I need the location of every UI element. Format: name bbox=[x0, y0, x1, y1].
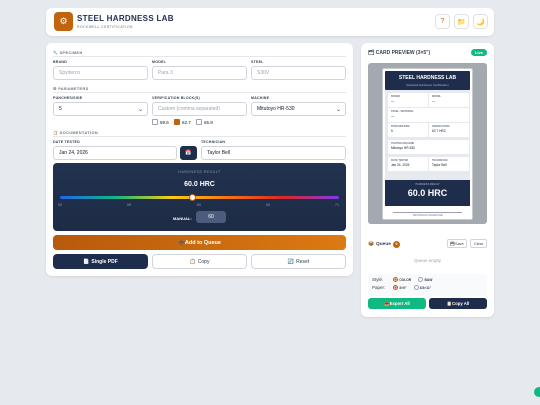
card-field-steel: STEEL / MATERIAL — bbox=[388, 108, 469, 122]
card-result: HARDNESS RESULT 60.0 HRC bbox=[385, 180, 470, 206]
paper-option-row: Paper: 3×5" 8.5×11" bbox=[372, 285, 432, 291]
hardness-gauge: HARDNESS RESULT 60.0 HRC 50 55 60 65 71 … bbox=[53, 163, 346, 231]
brand-label: BRAND bbox=[53, 60, 67, 64]
divider bbox=[53, 56, 346, 57]
documentation-section-title: 📋 DOCUMENTATION bbox=[53, 131, 98, 135]
model-label: MODEL bbox=[152, 60, 166, 64]
block-checkbox-1[interactable]: 59.6 bbox=[152, 119, 169, 125]
block-checkbox-3[interactable]: 65.9 bbox=[196, 119, 213, 125]
clipboard-icon: 📋 bbox=[189, 258, 196, 265]
divider bbox=[53, 92, 346, 93]
steel-label: STEEL bbox=[251, 60, 264, 64]
parameters-section-title: ⚙ PARAMETERS bbox=[53, 87, 89, 91]
queue-empty-text: Queue empty bbox=[413, 258, 441, 263]
live-badge: Live bbox=[470, 49, 487, 56]
technician-input[interactable]: Taylor Bell bbox=[201, 146, 346, 160]
block-checkbox-2[interactable]: 62.7 bbox=[174, 119, 191, 125]
folder-icon: 📁 bbox=[457, 18, 466, 26]
style-bw-radio[interactable] bbox=[418, 277, 424, 283]
technician-label: TECHNICIAN bbox=[201, 140, 226, 144]
checkbox[interactable] bbox=[196, 119, 202, 125]
card-result-value: 60.0 HRC bbox=[407, 188, 448, 198]
checkbox[interactable] bbox=[152, 119, 158, 125]
date-label: DATE TESTED bbox=[53, 140, 80, 144]
calendar-button[interactable]: 📅 bbox=[180, 146, 197, 160]
certification-card: STEEL HARDNESS LAB Rockwell Hardness Cer… bbox=[382, 68, 473, 220]
paper-3x5-radio[interactable] bbox=[393, 285, 399, 291]
card-subtitle: Rockwell Hardness Certification bbox=[406, 83, 449, 87]
chevron-down-icon: ⌄ bbox=[137, 107, 143, 113]
copy-button[interactable]: 📋 Copy bbox=[152, 254, 247, 269]
punches-label: PUNCHES/SIDE bbox=[53, 96, 83, 100]
card-field-technician: TECHNICIAN Taylor Bell bbox=[429, 157, 469, 171]
model-input[interactable]: Para 3 bbox=[152, 66, 247, 80]
gauge-tick: 65 bbox=[266, 203, 270, 207]
add-to-queue-button[interactable]: ➕ Add to Queue bbox=[53, 235, 346, 250]
divider bbox=[53, 136, 346, 137]
form-panel: 🔧 SPECIMEN BRAND Spyderco MODEL Para 3 S… bbox=[46, 43, 353, 276]
paper-letter-radio[interactable] bbox=[413, 285, 419, 291]
single-pdf-button[interactable]: 📄 Single PDF bbox=[53, 254, 148, 269]
verification-label: VERIFICATION BLOCK(S) bbox=[152, 96, 200, 100]
export-all-button[interactable]: 📥 Export All bbox=[368, 298, 426, 309]
box-icon: 📦 bbox=[368, 242, 374, 247]
card-field-machine: TESTING MACHINE Mitutoyo HR-530 bbox=[388, 140, 469, 154]
copy-all-button[interactable]: 📋 Copy All bbox=[429, 298, 487, 309]
card-signature-line: TECHNICIAN SIGNATURE bbox=[393, 212, 462, 217]
manual-label: MANUAL: bbox=[173, 216, 192, 221]
queue-save-button[interactable]: 💾 Save bbox=[447, 239, 467, 248]
date-input[interactable]: Jan 24, 2026 bbox=[53, 146, 177, 160]
gauge-tick: 71 bbox=[335, 203, 339, 207]
preview-panel: 🗂 CARD PREVIEW (3×5") Live STEEL HARDNES… bbox=[361, 43, 494, 317]
moon-icon: 🌙 bbox=[476, 18, 485, 26]
queue-title: 📦 Queue 0 bbox=[368, 241, 400, 248]
hardness-slider-handle[interactable] bbox=[189, 194, 197, 201]
chevron-down-icon: ⌄ bbox=[335, 107, 341, 113]
gauge-tick: 60 bbox=[197, 203, 201, 207]
machine-select[interactable]: Mitutoyo HR-530 ⌄ bbox=[251, 102, 346, 116]
preview-title: 🗂 CARD PREVIEW (3×5") bbox=[368, 50, 431, 56]
reset-button[interactable]: 🔄 Reset bbox=[251, 254, 346, 269]
app-logo-icon: ⚙ bbox=[54, 12, 73, 31]
hardness-slider-track[interactable] bbox=[60, 196, 339, 199]
card-field-date: DATE TESTED Jan 24, 2026 bbox=[388, 157, 428, 171]
app-title: STEEL HARDNESS LAB bbox=[77, 14, 174, 23]
style-color-radio[interactable] bbox=[393, 277, 399, 283]
card-field-punches: PUNCHES/SIDE 5 bbox=[388, 123, 428, 137]
manual-input[interactable]: 60 bbox=[196, 211, 226, 223]
punches-select[interactable]: 5 ⌄ bbox=[53, 102, 148, 116]
checkbox[interactable] bbox=[174, 119, 180, 125]
steel-input[interactable]: S30V bbox=[251, 66, 346, 80]
queue-clear-button[interactable]: Clear bbox=[470, 239, 487, 248]
gauge-tick: 55 bbox=[127, 203, 131, 207]
card-field-model: MODEL — bbox=[429, 93, 469, 107]
pdf-icon: 📄 bbox=[83, 258, 90, 265]
gauge-label: HARDNESS RESULT bbox=[178, 170, 221, 174]
help-button[interactable]: ? bbox=[435, 14, 450, 29]
brand-input[interactable]: Spyderco bbox=[53, 66, 148, 80]
gauge-tick: 50 bbox=[58, 203, 62, 207]
preview-area: STEEL HARDNESS LAB Rockwell Hardness Cer… bbox=[368, 63, 487, 224]
gauge-value: 60.0 HRC bbox=[184, 181, 215, 188]
style-option-row: Style: COLOR B&W bbox=[372, 277, 433, 283]
queue-count-badge: 0 bbox=[392, 241, 400, 248]
card-fields: BRAND — MODEL — STEEL / MATERIAL — PUNCHES/… bbox=[385, 90, 470, 180]
theme-toggle-button[interactable]: 🌙 bbox=[473, 14, 488, 29]
floating-status-button[interactable] bbox=[534, 387, 540, 397]
card-title: STEEL HARDNESS LAB bbox=[398, 75, 457, 81]
app-header: ⚙ STEEL HARDNESS LAB ROCKWELL CERTIFICAT… bbox=[46, 8, 494, 36]
card-field-brand: BRAND — bbox=[388, 93, 428, 107]
help-icon: ? bbox=[440, 18, 445, 25]
card-field-verification: VERIFICATION 62.7 HRC bbox=[429, 123, 469, 137]
reset-icon: 🔄 bbox=[287, 258, 295, 265]
card-header: STEEL HARDNESS LAB Rockwell Hardness Cer… bbox=[385, 71, 470, 90]
specimen-section-title: 🔧 SPECIMEN bbox=[53, 51, 83, 55]
verification-input[interactable]: Custom (comma separated) bbox=[152, 102, 247, 116]
calendar-icon: 📅 bbox=[185, 150, 192, 156]
folder-button[interactable]: 📁 bbox=[454, 14, 469, 29]
machine-label: MACHINE bbox=[251, 96, 270, 100]
app-subtitle: ROCKWELL CERTIFICATION bbox=[77, 25, 133, 29]
